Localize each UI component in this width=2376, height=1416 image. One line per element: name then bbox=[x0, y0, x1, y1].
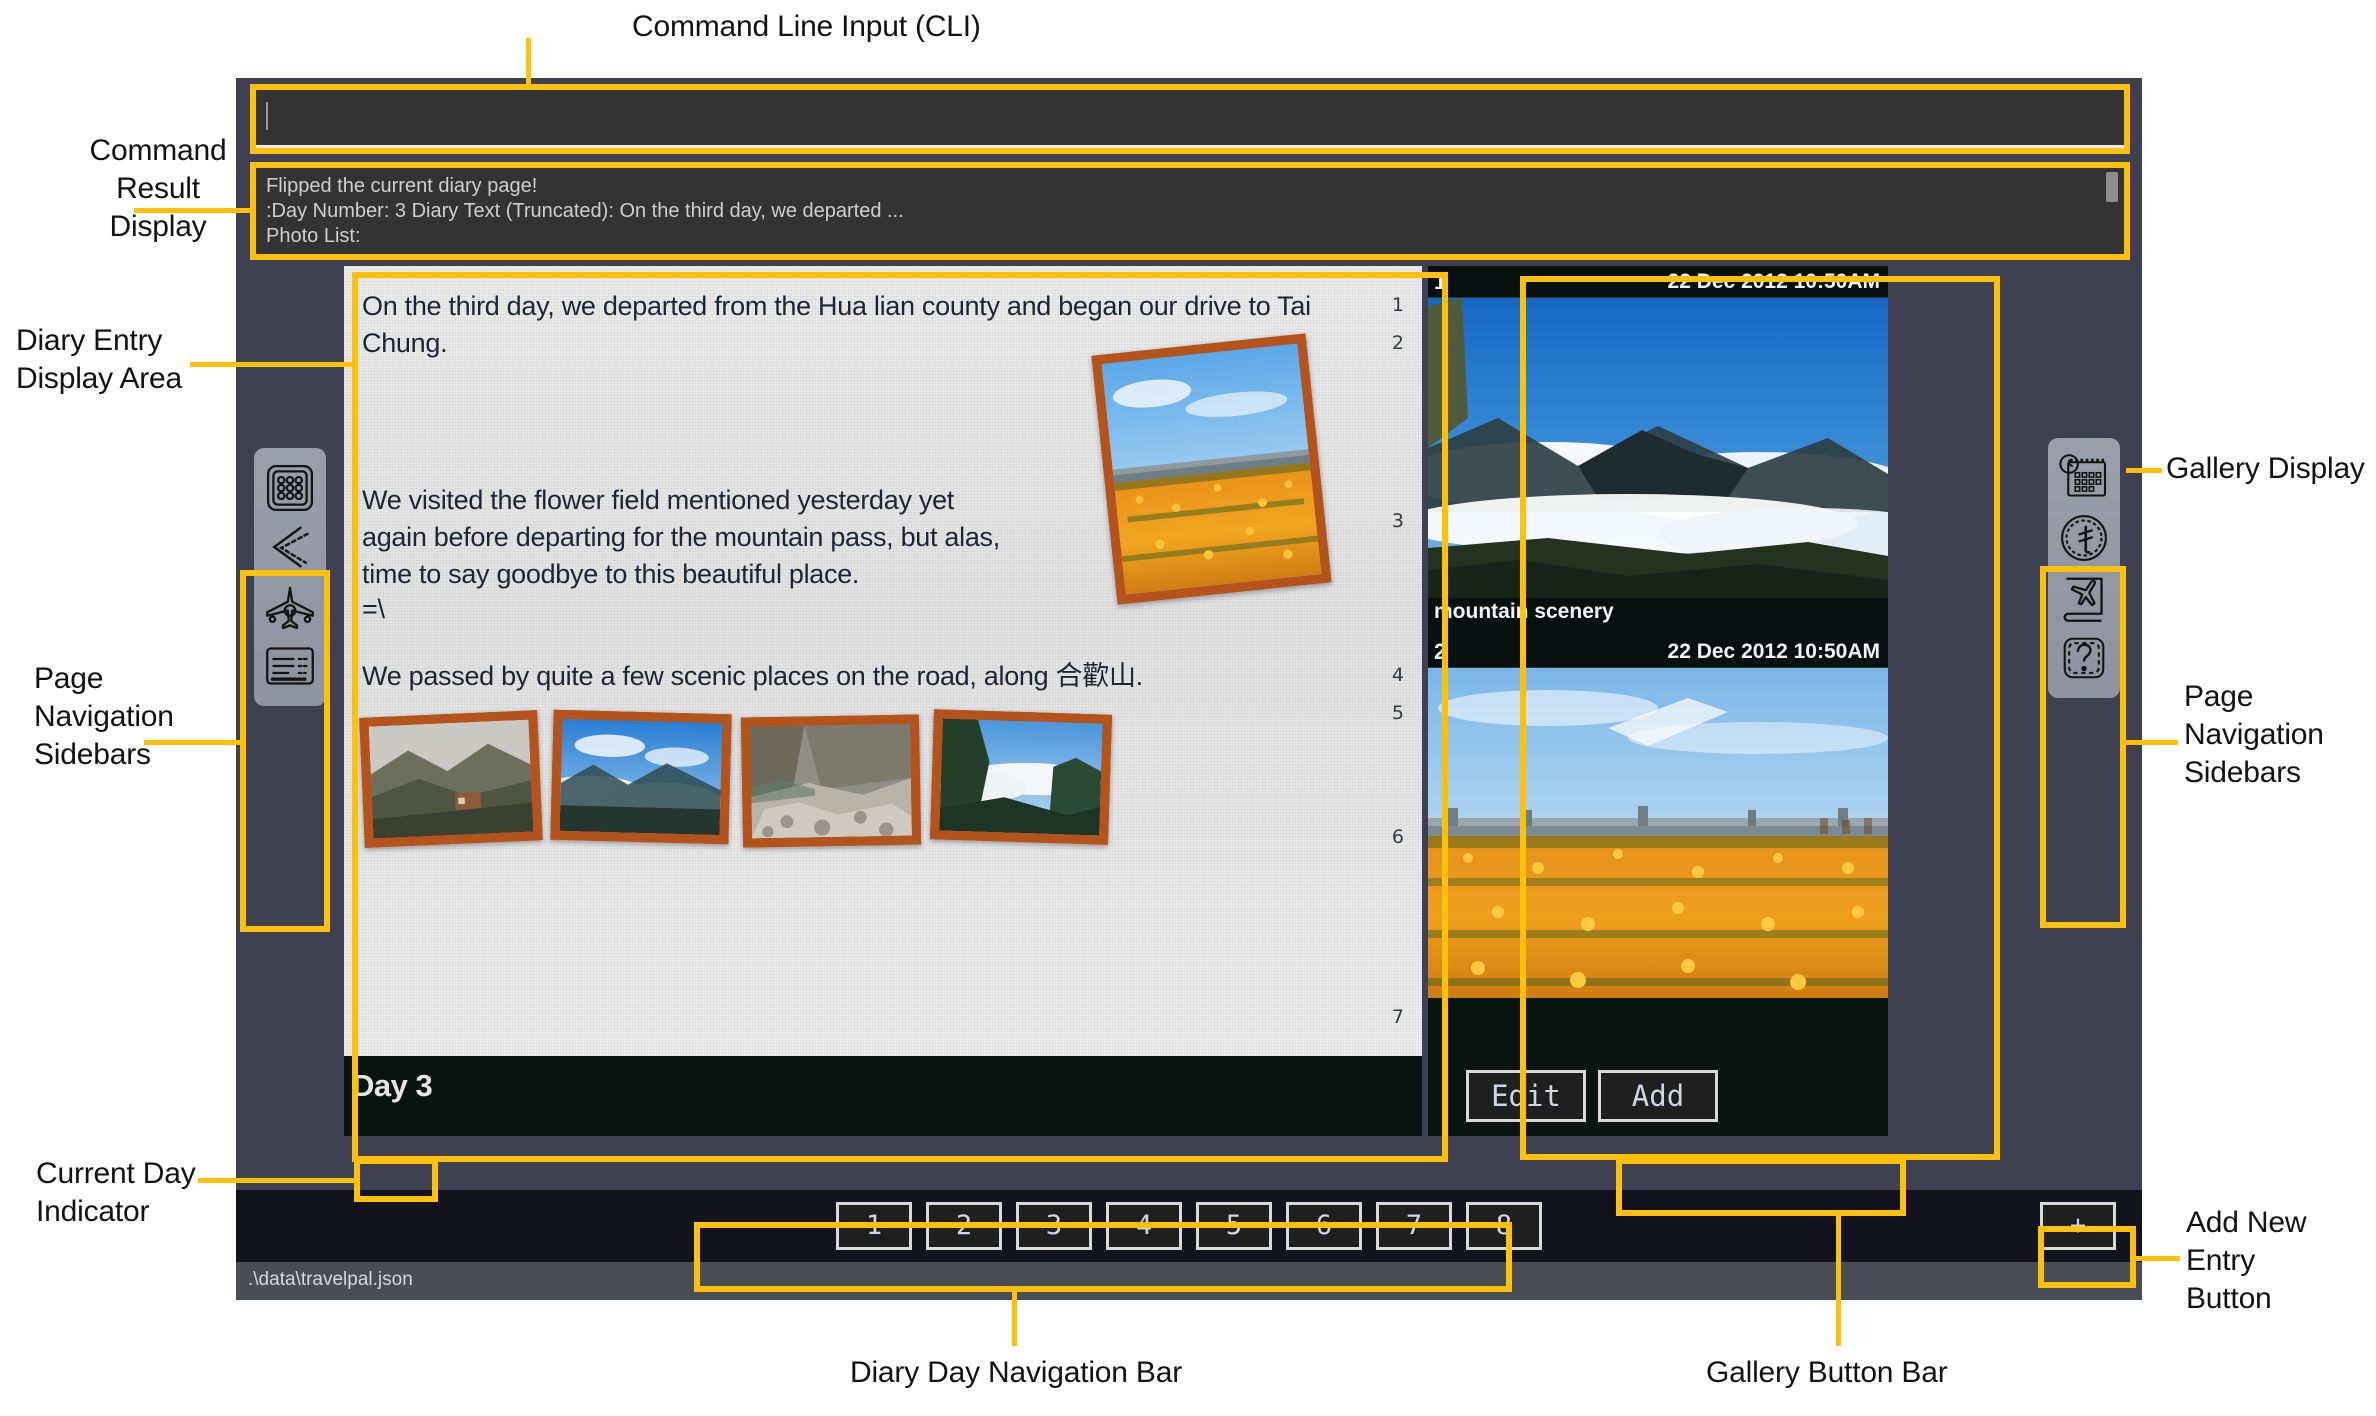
gallery-item-index: 2 bbox=[1434, 639, 1447, 664]
annotation-diary-area: Diary Entry Display Area bbox=[16, 324, 183, 395]
gallery-image[interactable] bbox=[1428, 298, 1888, 598]
line-number: 5 bbox=[1391, 702, 1404, 724]
leader-line-gallery bbox=[2126, 468, 2162, 473]
gallery-item[interactable]: 2 22 Dec 2012 10:50AM bbox=[1428, 636, 1888, 998]
annotation-gallery-buttons: Gallery Button Bar bbox=[1706, 1356, 1948, 1389]
day-button-2[interactable]: 2 bbox=[926, 1202, 1002, 1250]
result-line: Flipped the current diary page! bbox=[266, 175, 538, 197]
leader-line-cli bbox=[526, 38, 531, 86]
annotation-sidebar-left: Page Navigation Sidebars bbox=[34, 662, 174, 771]
annotation-sidebar-right: Page Navigation Sidebars bbox=[2184, 680, 2324, 789]
add-button[interactable]: Add bbox=[1598, 1070, 1718, 1122]
day-button-6[interactable]: 6 bbox=[1286, 1202, 1362, 1250]
day-button-7[interactable]: 7 bbox=[1376, 1202, 1452, 1250]
leader-line-sidebar-right bbox=[2122, 740, 2178, 745]
current-day-bar: Day 3 bbox=[344, 1056, 1422, 1136]
main-area: On the third day, we departed from the H… bbox=[236, 260, 2142, 1190]
day-button-3[interactable]: 3 bbox=[1016, 1202, 1092, 1250]
travel-book-icon[interactable] bbox=[2056, 570, 2112, 626]
leader-line-day-nav bbox=[1012, 1290, 1017, 1346]
cli-input[interactable] bbox=[252, 88, 2126, 150]
line-number: 3 bbox=[1391, 510, 1404, 532]
status-bar: .\data\travelpal.json bbox=[236, 1262, 2142, 1300]
airplane-icon[interactable] bbox=[262, 579, 318, 635]
annotation-add-new: Add New Entry Button bbox=[2186, 1206, 2307, 1315]
diary-paragraph: We visited the flower field mentioned ye… bbox=[362, 485, 1000, 589]
add-new-entry-button[interactable]: + bbox=[2040, 1202, 2116, 1250]
gallery-item-index: 1 bbox=[1434, 269, 1447, 294]
command-result-display: Flipped the current diary page! :Day Num… bbox=[252, 166, 2126, 256]
diary-paragraph: We passed by quite a few scenic places o… bbox=[362, 661, 1143, 691]
day-button-8[interactable]: 8 bbox=[1466, 1202, 1542, 1250]
result-line: :Day Number: 3 Diary Text (Truncated): O… bbox=[266, 200, 904, 222]
diary-paragraph: =\ bbox=[362, 594, 385, 624]
diary-photo[interactable] bbox=[740, 714, 922, 848]
annotation-current-day: Current Day Indicator bbox=[36, 1157, 196, 1228]
calendar-clock-icon[interactable] bbox=[2056, 450, 2112, 506]
line-number: 7 bbox=[1391, 1006, 1404, 1028]
chevron-left-ruler-icon[interactable] bbox=[262, 519, 318, 575]
diary-photo[interactable] bbox=[359, 710, 543, 848]
current-day-indicator: Day 3 bbox=[352, 1068, 433, 1103]
annotation-command-result: Command Result Display bbox=[89, 134, 227, 243]
diary-entry-display-area[interactable]: On the third day, we departed from the H… bbox=[344, 266, 1422, 1136]
gallery-display[interactable]: 1 22 Dec 2012 10:50AM mountain scenery 2… bbox=[1428, 266, 1888, 1136]
application-window: Flipped the current diary page! :Day Num… bbox=[236, 78, 2142, 1300]
gallery-item-caption: mountain scenery bbox=[1428, 598, 1888, 628]
gallery-item-date: 22 Dec 2012 10:50AM bbox=[1667, 640, 1880, 663]
list-document-icon[interactable] bbox=[262, 638, 318, 694]
help-question-icon[interactable] bbox=[2056, 630, 2112, 686]
gallery-item[interactable]: 1 22 Dec 2012 10:50AM mountain scenery bbox=[1428, 266, 1888, 628]
annotation-day-nav: Diary Day Navigation Bar bbox=[850, 1356, 1182, 1389]
edit-button[interactable]: Edit bbox=[1466, 1070, 1586, 1122]
line-number: 4 bbox=[1391, 664, 1404, 686]
text-caret bbox=[266, 102, 268, 130]
gallery-button-bar: Edit Add bbox=[1428, 1056, 1888, 1136]
currency-coin-icon[interactable] bbox=[2056, 510, 2112, 566]
result-scrollbar[interactable] bbox=[2106, 172, 2118, 202]
gallery-image[interactable] bbox=[1428, 668, 1888, 998]
day-button-5[interactable]: 5 bbox=[1196, 1202, 1272, 1250]
diary-photo[interactable] bbox=[1091, 333, 1332, 605]
gallery-item-date: 22 Dec 2012 10:50AM bbox=[1667, 270, 1880, 293]
annotation-gallery: Gallery Display bbox=[2166, 452, 2365, 485]
diary-photo[interactable] bbox=[550, 709, 732, 845]
result-line: Photo List: bbox=[266, 225, 361, 247]
day-button-1[interactable]: 1 bbox=[836, 1202, 912, 1250]
diary-day-navigation-bar: 1 2 3 4 5 6 7 8 bbox=[236, 1190, 2142, 1262]
diary-photo[interactable] bbox=[930, 709, 1112, 845]
gallery-item-bar: 1 22 Dec 2012 10:50AM bbox=[1428, 266, 1888, 298]
data-file-path: .\data\travelpal.json bbox=[248, 1269, 413, 1290]
line-number: 6 bbox=[1391, 826, 1404, 848]
line-number: 2 bbox=[1391, 332, 1404, 354]
diary-page: On the third day, we departed from the H… bbox=[344, 266, 1422, 1056]
page-navigation-sidebar-left[interactable] bbox=[254, 448, 326, 706]
grid-keypad-icon[interactable] bbox=[262, 460, 318, 516]
page-navigation-sidebar-right[interactable] bbox=[2048, 438, 2120, 698]
day-button-4[interactable]: 4 bbox=[1106, 1202, 1182, 1250]
gallery-item-bar: 2 22 Dec 2012 10:50AM bbox=[1428, 636, 1888, 668]
annotation-cli-input: Command Line Input (CLI) bbox=[632, 10, 981, 43]
line-number: 1 bbox=[1391, 294, 1404, 316]
leader-line-add-new bbox=[2132, 1256, 2180, 1261]
leader-line-gallery-buttons bbox=[1836, 1214, 1841, 1346]
